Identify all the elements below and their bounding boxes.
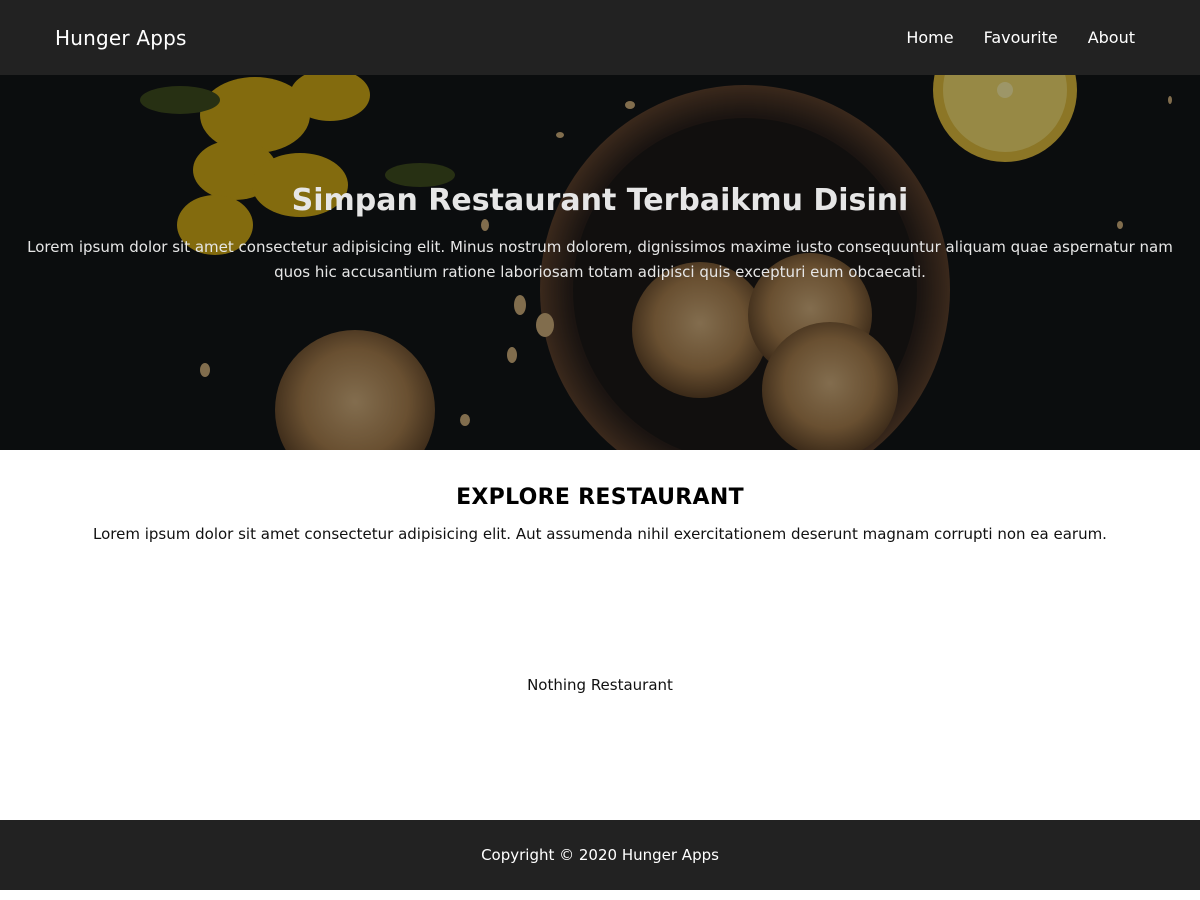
- navbar: Hunger Apps Home Favourite About: [0, 0, 1200, 75]
- footer-copyright: Copyright © 2020 Hunger Apps: [481, 846, 719, 864]
- explore-description: Lorem ipsum dolor sit amet consectetur a…: [93, 525, 1107, 543]
- footer: Copyright © 2020 Hunger Apps: [0, 820, 1200, 890]
- nav-link-home[interactable]: Home: [906, 28, 953, 47]
- hero-title: Simpan Restaurant Terbaikmu Disini: [291, 183, 909, 218]
- hero-description: Lorem ipsum dolor sit amet consectetur a…: [27, 238, 1173, 281]
- explore-section: EXPLORE RESTAURANT Lorem ipsum dolor sit…: [0, 485, 1200, 543]
- brand-logo[interactable]: Hunger Apps: [55, 26, 187, 50]
- nav-item-home: Home: [906, 28, 953, 47]
- nav-link-favourite[interactable]: Favourite: [984, 28, 1058, 47]
- hero-section: Simpan Restaurant Terbaikmu Disini Lorem…: [0, 75, 1200, 450]
- nav-link-about[interactable]: About: [1088, 28, 1135, 47]
- hero-content: Simpan Restaurant Terbaikmu Disini Lorem…: [0, 183, 1200, 285]
- nav-item-favourite: Favourite: [984, 28, 1058, 47]
- empty-restaurant-message: Nothing Restaurant: [527, 676, 673, 694]
- nav-item-about: About: [1088, 28, 1135, 47]
- nav-menu: Home Favourite About: [906, 28, 1135, 47]
- explore-title: EXPLORE RESTAURANT: [456, 485, 744, 510]
